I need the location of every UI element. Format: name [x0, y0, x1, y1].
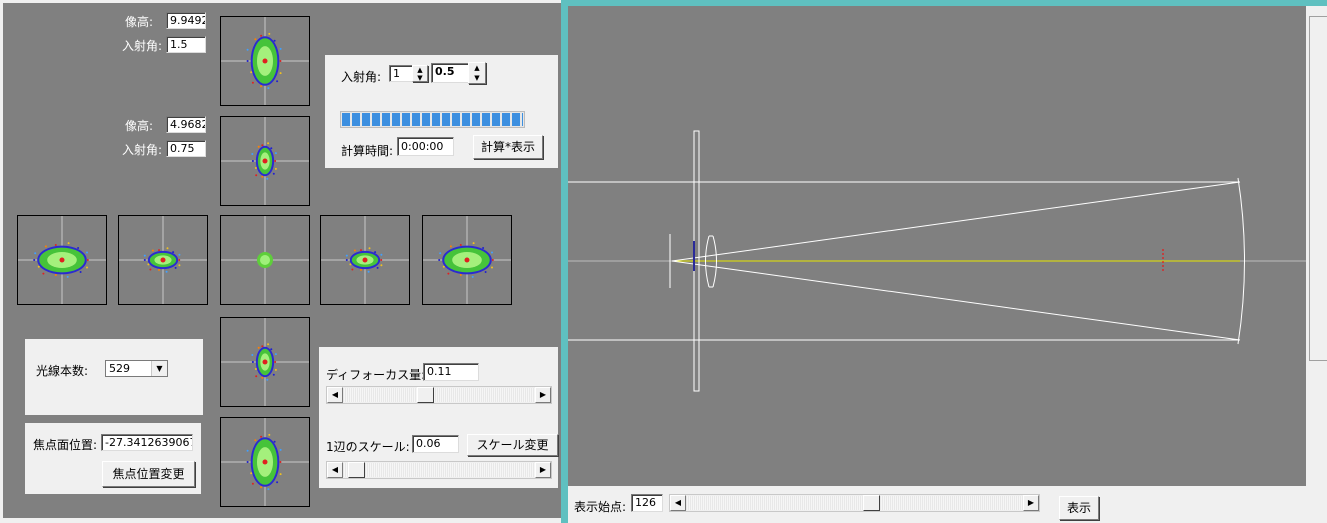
- calc-time-field: 0:00:00: [397, 137, 454, 156]
- compute-display-button[interactable]: 計算*表示: [473, 135, 543, 159]
- chevron-down-icon[interactable]: ▼: [151, 361, 167, 376]
- view-start-slider[interactable]: ◀ ▶: [669, 494, 1040, 512]
- spot-diagram: [118, 215, 208, 305]
- spot-diagram: [220, 417, 310, 507]
- change-scale-button[interactable]: スケール変更: [467, 434, 558, 456]
- angle-int-field[interactable]: 1: [389, 65, 413, 82]
- ray-count-value: 529: [109, 362, 130, 375]
- defocus-field[interactable]: 0.11: [423, 363, 479, 381]
- spot-diagram: [220, 116, 310, 206]
- progress-fill: [342, 113, 523, 126]
- scroll-right-icon[interactable]: ▶: [535, 387, 551, 403]
- focal-plane-label: 焦点面位置:: [33, 438, 98, 452]
- angle-int-spinner[interactable]: ▲ ▼: [412, 65, 428, 82]
- spot-diagram: [220, 317, 310, 407]
- scale-field[interactable]: 0.06: [412, 435, 459, 453]
- ray-count-select[interactable]: 529 ▼: [105, 360, 168, 377]
- scale-label: 1辺のスケール:: [326, 440, 410, 454]
- scroll-right-icon[interactable]: ▶: [1023, 495, 1039, 511]
- angle-frac-spinner[interactable]: ▲ ▼: [468, 62, 486, 84]
- scroll-left-icon[interactable]: ◀: [670, 495, 686, 511]
- scale-slider[interactable]: ◀ ▶: [326, 461, 552, 479]
- image-height-label-1: 像高:: [125, 15, 154, 29]
- spot-diagram: [320, 215, 410, 305]
- incident-angle-field-2[interactable]: 0.75: [166, 140, 206, 157]
- incident-angle-field-1[interactable]: 1.5: [166, 36, 206, 53]
- image-height-field-2[interactable]: 4.9682: [166, 116, 206, 133]
- incident-angle-label-1: 入射角:: [122, 39, 163, 53]
- focal-plane-field[interactable]: -27.34126390673: [101, 434, 193, 451]
- spot-diagram: [17, 215, 107, 305]
- view-start-slider-thumb[interactable]: [863, 495, 880, 511]
- ray-trace-view: [568, 6, 1306, 486]
- scroll-right-icon[interactable]: ▶: [535, 462, 551, 478]
- scroll-left-icon[interactable]: ◀: [327, 462, 343, 478]
- progress-bar: [340, 111, 525, 128]
- right-side-strip: [1306, 6, 1327, 486]
- show-button[interactable]: 表示: [1059, 496, 1099, 520]
- view-start-field[interactable]: 126: [631, 494, 663, 512]
- spot-diagram: [220, 16, 310, 106]
- defocus-slider[interactable]: ◀ ▶: [326, 386, 552, 404]
- defocus-slider-thumb[interactable]: [417, 387, 434, 403]
- image-height-field-1[interactable]: 9.9492: [166, 12, 206, 29]
- angle-frac-field[interactable]: 0.5: [431, 63, 469, 83]
- view-start-label: 表示始点:: [574, 500, 627, 514]
- change-focus-button[interactable]: 焦点位置変更: [102, 461, 195, 487]
- spot-diagram: [220, 215, 310, 305]
- spot-diagram: [422, 215, 512, 305]
- ray-count-label: 光線本数:: [36, 364, 89, 378]
- ray-trace-frame: [561, 0, 568, 523]
- calc-angle-label: 入射角:: [341, 70, 382, 84]
- defocus-label: ディフォーカス量:: [326, 368, 426, 382]
- scroll-left-icon[interactable]: ◀: [327, 387, 343, 403]
- incident-angle-label-2: 入射角:: [122, 143, 163, 157]
- scale-slider-thumb[interactable]: [348, 462, 365, 478]
- image-height-label-2: 像高:: [125, 119, 154, 133]
- calc-time-label: 計算時間:: [341, 144, 394, 158]
